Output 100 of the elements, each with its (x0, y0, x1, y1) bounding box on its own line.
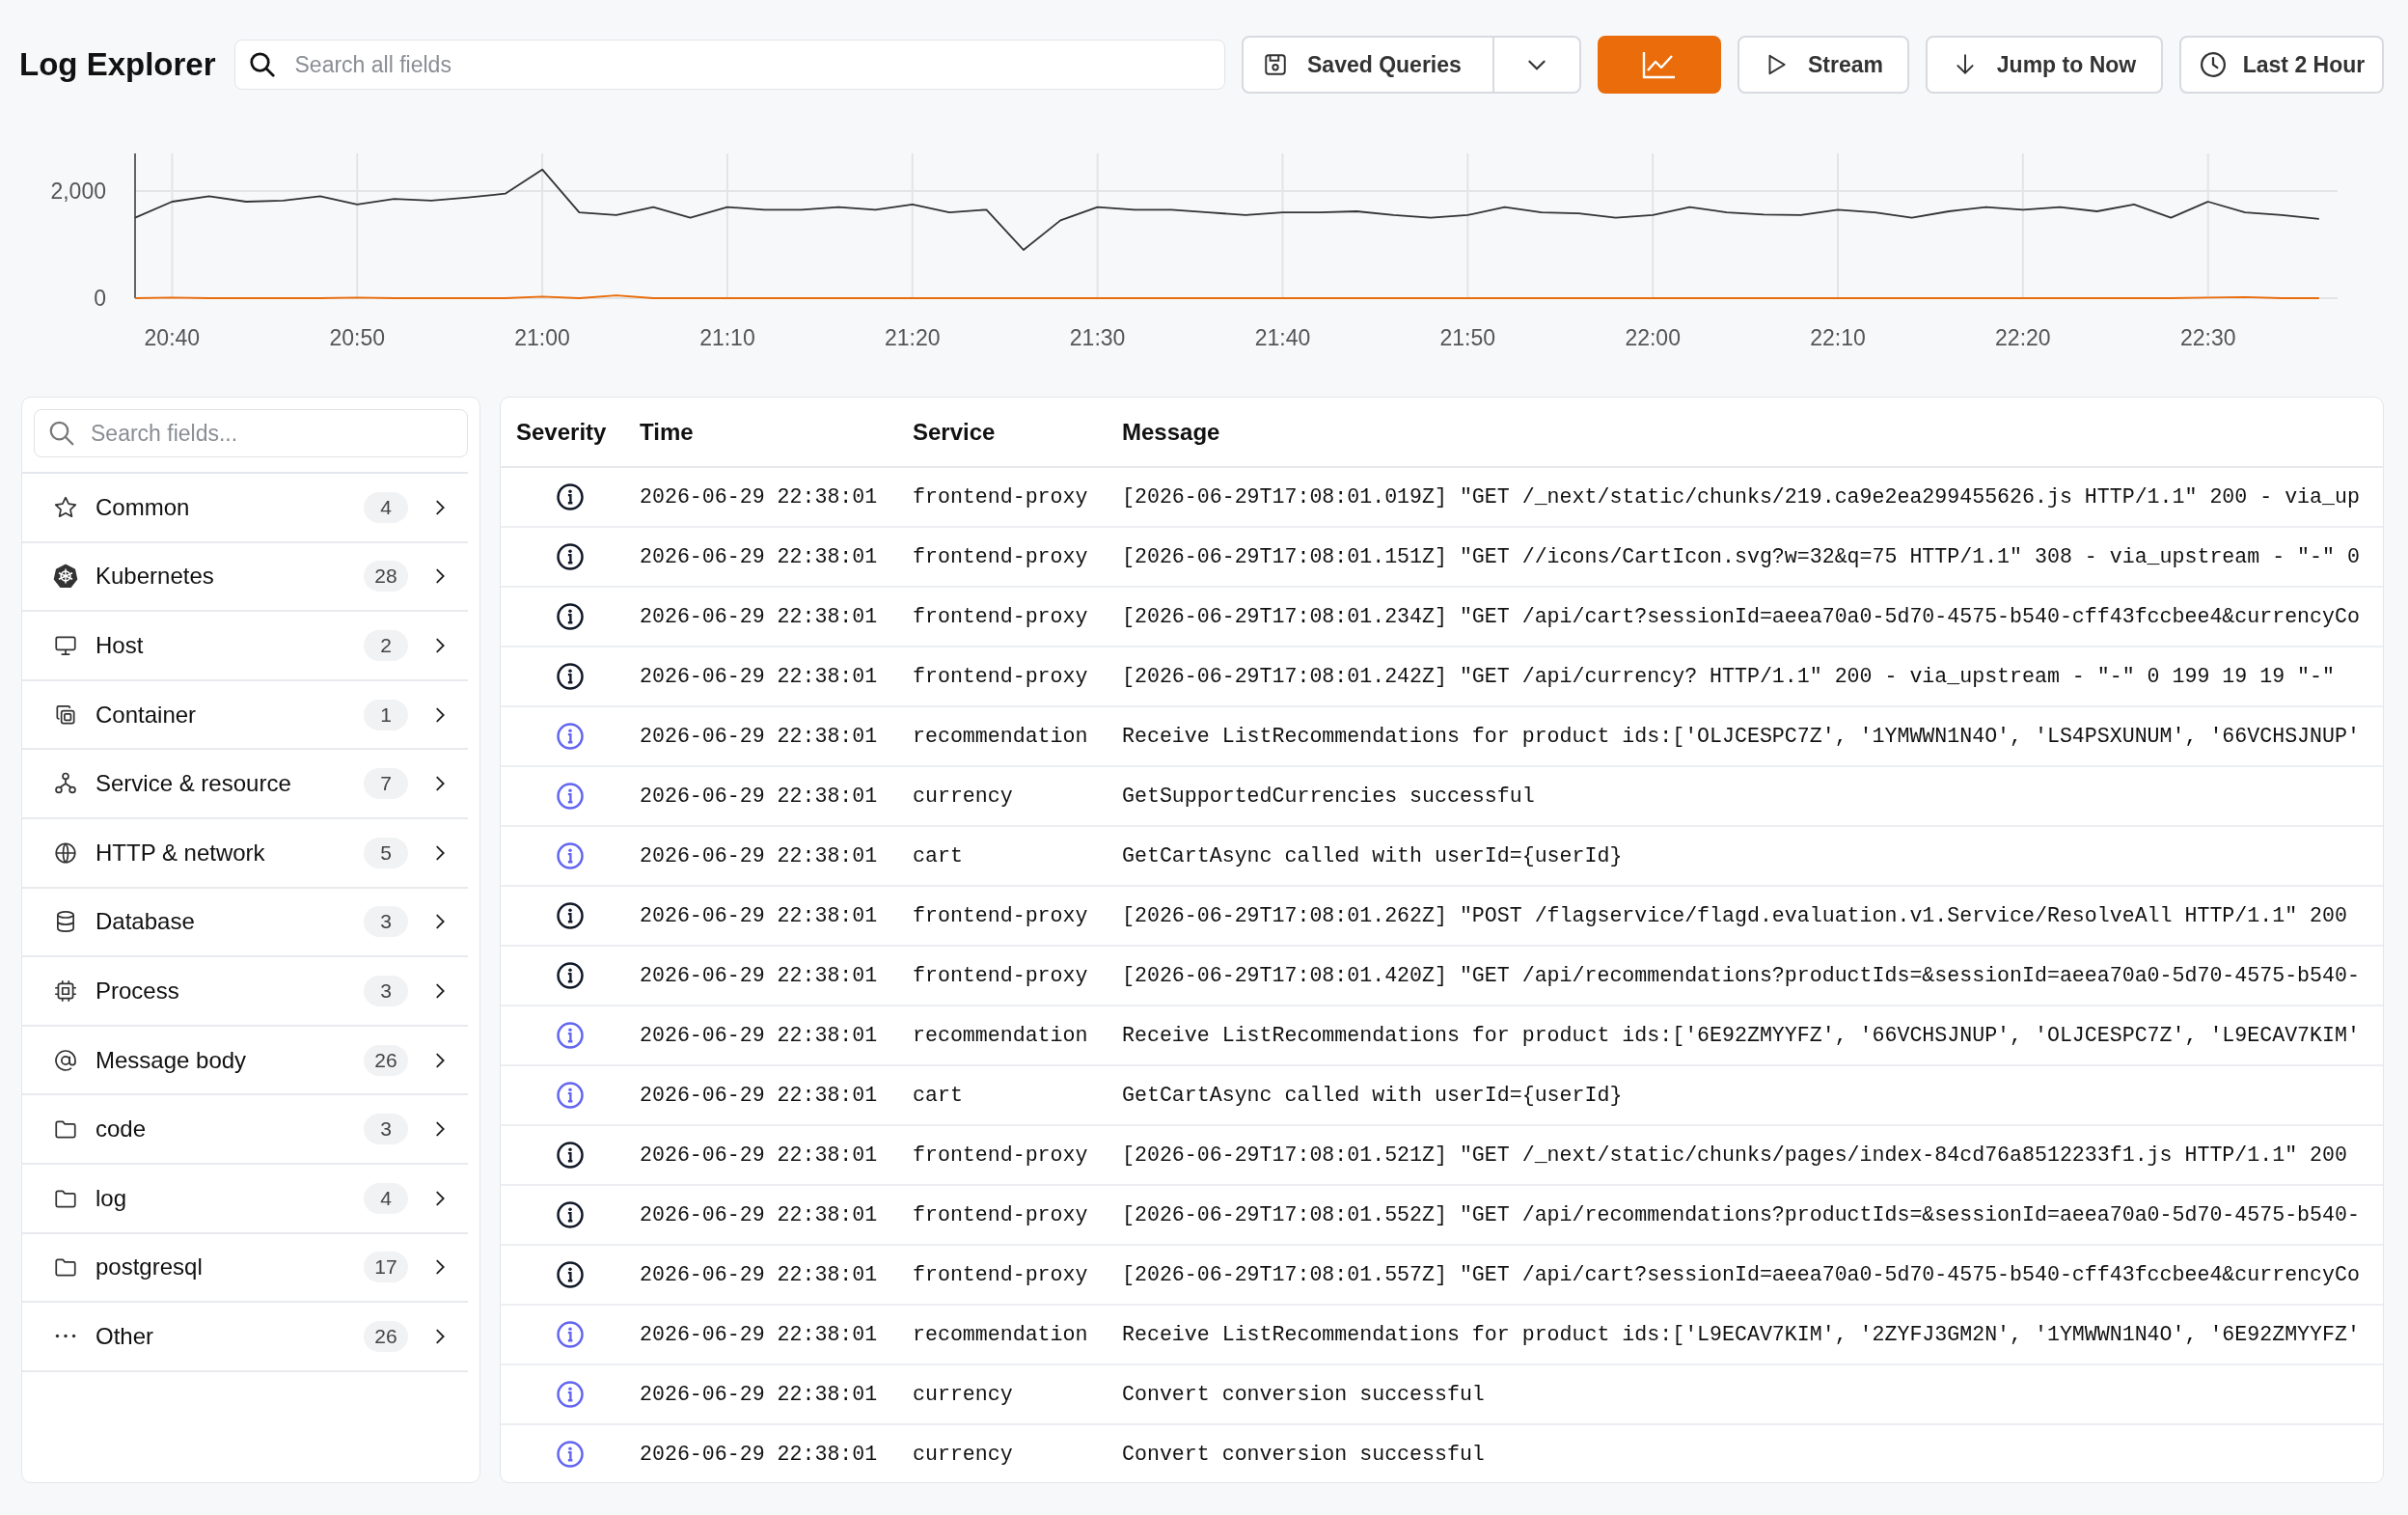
field-group-item[interactable]: Message body 26 (22, 1026, 468, 1096)
field-group-item[interactable]: Container 1 (22, 680, 468, 751)
field-group-item[interactable]: code 3 (22, 1095, 468, 1165)
search-field[interactable]: Search all fields (233, 40, 1225, 90)
service-cell-text: currency (913, 1443, 1014, 1466)
service-cell-text: frontend-proxy (913, 964, 1089, 987)
time-cell-text: 2026-06-29 22:38:01 (640, 1323, 879, 1346)
message-cell-text: Receive ListRecommendations for product ids:['6E92ZMYYFZ', '66VCHSJNUP', 'OLJCESPC7Z', 'L9ECAV7KIM' (1122, 1024, 2361, 1047)
axis-label: 21:20 (885, 325, 941, 350)
save-icon (1263, 52, 1288, 77)
axis-label: 22:30 (2179, 325, 2236, 350)
service-cell-text: cart (913, 1084, 964, 1107)
time-cell-text: 2026-06-29 22:38:01 (640, 785, 879, 808)
time-cell-text: 2026-06-29 22:38:01 (640, 725, 879, 748)
message-cell-text: Convert conversion successful (1122, 1443, 1486, 1466)
time-cell-text: 2026-06-29 22:38:01 (640, 485, 879, 509)
message-cell-text: [2026-06-29T17:08:01.521Z] "GET /_next/static/chunks/pages/index-84cd76a8512233f1.js HTTP/1.1" 200 (1122, 1143, 2348, 1167)
service-cell-text: frontend-proxy (913, 665, 1089, 688)
field-group-item[interactable]: Database 3 (22, 888, 468, 958)
count-badge: 5 (364, 837, 408, 868)
field-group-item[interactable]: Service & resource 7 (22, 750, 468, 819)
service-cell-text: frontend-proxy (913, 545, 1089, 568)
message-cell-text: [2026-06-29T17:08:01.420Z] "GET /api/recommendations?productIds=&sessionId=aeea70a0-5d70-4575-b540- (1122, 964, 2361, 987)
monitor-icon (53, 633, 78, 658)
clock-icon (2198, 50, 2228, 79)
message-cell-text: Receive ListRecommendations for product ids:['OLJCESPC7Z', '1YMWWN1N4O', 'LS4PSXUNUM', '66VCHSJNUP' (1122, 725, 2361, 748)
chart-toggle-button[interactable] (1598, 36, 1721, 94)
count-badge: 3 (364, 975, 408, 1006)
axis-label: 21:30 (1069, 325, 1126, 350)
axis-label: 21:40 (1254, 325, 1311, 350)
count-badge: 4 (364, 1182, 408, 1214)
axis-label: 22:00 (1625, 325, 1681, 350)
service-cell-text: cart (913, 844, 964, 868)
count-badge: 17 (364, 1252, 408, 1283)
axis-label: 2,000 (50, 178, 106, 204)
axis-label: 20:50 (329, 325, 385, 350)
message-cell-text: [2026-06-29T17:08:01.552Z] "GET /api/recommendations?productIds=&sessionId=aeea70a0-5d70-4575-b540- (1122, 1203, 2361, 1226)
time-range-button[interactable]: Last 2 Hour (2179, 36, 2384, 94)
time-cell-text: 2026-06-29 22:38:01 (640, 844, 879, 868)
service-cell-text: frontend-proxy (913, 1143, 1089, 1167)
chip-icon (53, 978, 78, 1004)
search-icon (47, 419, 76, 448)
page-title: Log Explorer (19, 46, 216, 83)
time-cell-text: 2026-06-29 22:38:01 (640, 1383, 879, 1406)
time-cell-text: 2026-06-29 22:38:01 (640, 904, 879, 927)
time-cell-text: 2026-06-29 22:38:01 (640, 665, 879, 688)
field-group-item[interactable]: Host 2 (22, 612, 468, 681)
star-icon (53, 494, 78, 520)
message-cell-text: [2026-06-29T17:08:01.151Z] "GET //icons/CartIcon.svg?w=32&q=75 HTTP/1.1" 308 - via_upstream - "-" 0 (1122, 545, 2361, 568)
count-badge: 4 (364, 491, 408, 523)
service-cell-text: frontend-proxy (913, 1203, 1089, 1226)
service-cell-text: recommendation (913, 725, 1089, 748)
axis-label: 20:40 (144, 325, 201, 350)
field-search-field[interactable]: Search fields... (34, 409, 468, 457)
message-cell-text: Receive ListRecommendations for product ids:['L9ECAV7KIM', '2ZYFJ3GM2N', '1YMWWN1N4O', '6E92ZMYYFZ' (1122, 1323, 2361, 1346)
service-cell-text: frontend-proxy (913, 605, 1089, 628)
message-cell-text: [2026-06-29T17:08:01.262Z] "POST /flagservice/flagd.evaluation.v1.Service/ResolveAll HTTP/1.1" 200 (1122, 904, 2348, 927)
jump-to-now-button[interactable]: Jump to Now (1926, 36, 2163, 94)
column-header: Service (913, 418, 997, 446)
count-badge: 2 (364, 630, 408, 661)
field-group-item[interactable]: Common 4 (22, 474, 468, 543)
stream-button[interactable]: Stream (1738, 36, 1909, 94)
service-cell-text: currency (913, 785, 1014, 808)
helm-wheel-icon (53, 564, 78, 590)
search-icon (247, 50, 277, 79)
service-cell-text: recommendation (913, 1323, 1089, 1346)
time-cell-text: 2026-06-29 22:38:01 (640, 1263, 879, 1286)
message-cell-text: GetCartAsync called with userId={userId} (1122, 1084, 1624, 1107)
field-group-item[interactable]: Process 3 (22, 957, 468, 1027)
time-cell-text: 2026-06-29 22:38:01 (640, 1084, 879, 1107)
field-group-item[interactable]: log 4 (22, 1164, 468, 1234)
service-cell-text: recommendation (913, 1024, 1089, 1047)
time-cell-text: 2026-06-29 22:38:01 (640, 1024, 879, 1047)
count-badge: 26 (364, 1320, 408, 1352)
message-cell-text: [2026-06-29T17:08:01.234Z] "GET /api/cart?sessionId=aeea70a0-5d70-4575-b540-cff43fccbee4&currencyCo (1122, 605, 2361, 628)
column-header: Message (1122, 418, 1221, 446)
axis-label: 21:50 (1439, 325, 1496, 350)
count-badge: 3 (364, 1114, 408, 1145)
axis-label: 0 (94, 286, 106, 311)
saved-queries-button[interactable]: Saved Queries (1242, 36, 1494, 94)
time-cell-text: 2026-06-29 22:38:01 (640, 1203, 879, 1226)
field-group-item[interactable]: HTTP & network 5 (22, 818, 468, 889)
axis-label: 21:10 (699, 325, 755, 350)
count-badge: 7 (364, 768, 408, 800)
field-group-item[interactable]: postgresql 17 (22, 1233, 468, 1304)
message-cell-text: [2026-06-29T17:08:01.557Z] "GET /api/cart?sessionId=aeea70a0-5d70-4575-b540-cff43fccbee4&currencyCo (1122, 1263, 2361, 1286)
more-icon (55, 1334, 76, 1339)
at-sign-icon (53, 1047, 78, 1073)
time-cell-text: 2026-06-29 22:38:01 (640, 964, 879, 987)
service-cell-text: frontend-proxy (913, 485, 1089, 509)
count-badge: 3 (364, 906, 408, 938)
count-badge: 28 (364, 561, 408, 592)
message-cell-text: [2026-06-29T17:08:01.019Z] "GET /_next/static/chunks/219.ca9e2ea299455626.js HTTP/1.1" 200 - via_up (1122, 485, 2361, 509)
field-group-item[interactable]: Other 26 (22, 1303, 468, 1372)
time-cell-text: 2026-06-29 22:38:01 (640, 605, 879, 628)
service-cell-text: frontend-proxy (913, 904, 1089, 927)
axis-label: 21:00 (514, 325, 570, 350)
field-group-item[interactable]: Kubernetes 28 (22, 542, 468, 613)
time-cell-text: 2026-06-29 22:38:01 (640, 1143, 879, 1167)
column-header: Time (640, 418, 695, 446)
